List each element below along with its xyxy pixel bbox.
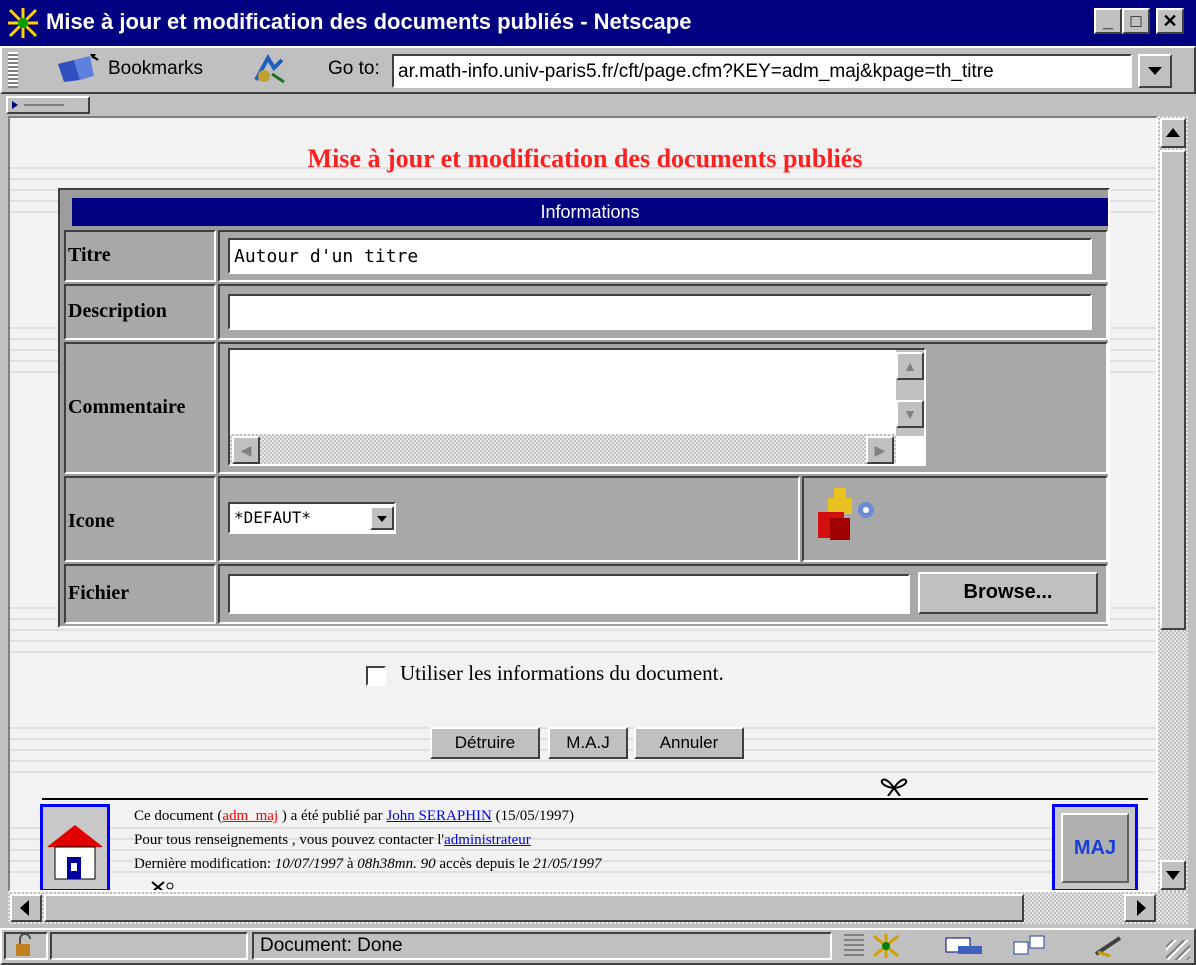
information-form: Informations Titre Autour d'un titre Des… [58,188,1110,628]
footer-publish-line: Ce document (adm_maj ) a été publié par … [134,808,574,825]
annuler-button[interactable]: Annuler [634,727,744,759]
page-content: Mise à jour et modification des document… [8,116,1158,892]
arrow-down-icon [1166,871,1180,880]
toolbar-collapse-tab[interactable] [6,96,90,114]
section-header: Informations [72,198,1108,226]
netscape-icon [8,8,38,38]
fichier-input[interactable] [228,574,910,614]
use-document-info-label: Utiliser les informations du document. [400,661,724,685]
footer-contact-line: Pour tous renseignements , vous pouvez c… [134,832,531,849]
security-lock-icon[interactable] [4,932,48,960]
description-input[interactable] [228,294,1092,330]
modified-date: 10/07/1997 [274,856,344,872]
mail-icon[interactable] [940,934,988,958]
toolbar-grip[interactable] [8,52,18,88]
maj-submit-button[interactable]: M.A.J [548,727,628,759]
progress-bar [50,932,248,960]
scissors-icon [150,880,180,890]
since-date: 21/05/1997 [533,856,602,872]
scroll-right-button[interactable] [1124,894,1156,922]
page-title: Mise à jour et modification des document… [307,144,863,173]
footer-text: Ce document ( [134,808,223,824]
discussion-icon[interactable] [1010,934,1050,958]
chevron-down-icon [1148,67,1162,75]
footer-text: à [343,856,358,872]
goto-label: Go to: [328,58,380,79]
horizontal-scroll-thumb[interactable] [44,894,1024,922]
footer-text: Dernière modification: [134,856,275,872]
commentaire-label: Commentaire [64,342,216,474]
admin-link[interactable]: administrateur [444,832,531,848]
textarea-hscrollbar[interactable] [230,434,896,464]
footer-text: ) a été publié par [278,808,387,824]
close-button[interactable]: ✕ [1156,8,1184,34]
navigator-icon[interactable] [868,934,904,958]
vertical-scroll-thumb[interactable] [1160,150,1186,630]
titre-input[interactable]: Autour d'un titre [228,238,1092,274]
close-icon: ✕ [1162,11,1178,31]
arrow-left-icon [20,900,29,916]
scroll-up-icon[interactable]: ▲ [896,352,924,380]
title-bar[interactable]: Mise à jour et modification des document… [0,0,1196,46]
maj-badge-button[interactable]: MAJ [1052,804,1138,890]
window-title: Mise à jour et modification des document… [46,9,692,34]
composer-icon[interactable] [1090,934,1130,958]
url-dropdown-button[interactable] [1138,54,1172,88]
bookmarks-label[interactable]: Bookmarks [108,58,203,80]
toolbar-collapse-strip [0,94,1196,116]
titre-label: Titre [64,230,216,282]
arrow-up-icon [1166,128,1180,137]
resize-grip[interactable] [1166,940,1190,960]
maximize-icon: □ [1130,11,1142,31]
scroll-down-button[interactable] [1160,860,1186,890]
netsite-icon[interactable] [252,53,288,84]
detruire-button[interactable]: Détruire [430,727,540,759]
icone-label: Icone [64,476,216,562]
status-text: Document: Done [252,932,832,960]
footer-text: Pour tous renseignements , vous pouvez c… [134,832,445,848]
scroll-right-icon[interactable]: ▶ [866,436,894,464]
chevron-down-icon [377,516,387,522]
browse-button[interactable]: Browse... [918,572,1098,614]
minimize-icon: _ [1102,11,1113,31]
author-link[interactable]: John SERAPHIN [386,808,491,824]
scroll-up-button[interactable] [1160,118,1186,148]
footer-text: (15/05/1997) [491,808,574,824]
home-button[interactable] [40,804,110,890]
maximize-button[interactable]: □ [1122,8,1150,34]
icone-select-arrow[interactable] [370,506,394,530]
footer-modified-line: Dernière modification: 10/07/1997 à 08h3… [134,856,601,873]
footer-text: accès depuis le [435,856,534,872]
document-icon-preview [812,486,882,546]
doc-key-link[interactable]: adm_maj [222,808,278,824]
url-input[interactable]: ar.math-info.univ-paris5.fr/cft/page.cfm… [392,54,1132,88]
description-label: Description [64,284,216,340]
bookmarks-icon[interactable] [56,54,100,84]
use-document-info-checkbox[interactable] [366,666,386,686]
footer-divider [42,798,1148,800]
collapse-arrow-icon [12,101,64,109]
bow-ornament-icon [872,768,916,797]
fichier-label: Fichier [64,564,216,624]
modified-time: 08h38mn. 90 [357,856,436,872]
scroll-down-icon[interactable]: ▼ [896,400,924,428]
component-bar-grip[interactable] [844,934,864,958]
arrow-right-icon [1137,900,1146,916]
scroll-left-button[interactable] [10,894,42,922]
scroll-left-icon[interactable]: ◀ [232,436,260,464]
home-icon [47,825,103,880]
maj-badge: MAJ [1061,813,1129,883]
minimize-button[interactable]: _ [1094,8,1122,34]
